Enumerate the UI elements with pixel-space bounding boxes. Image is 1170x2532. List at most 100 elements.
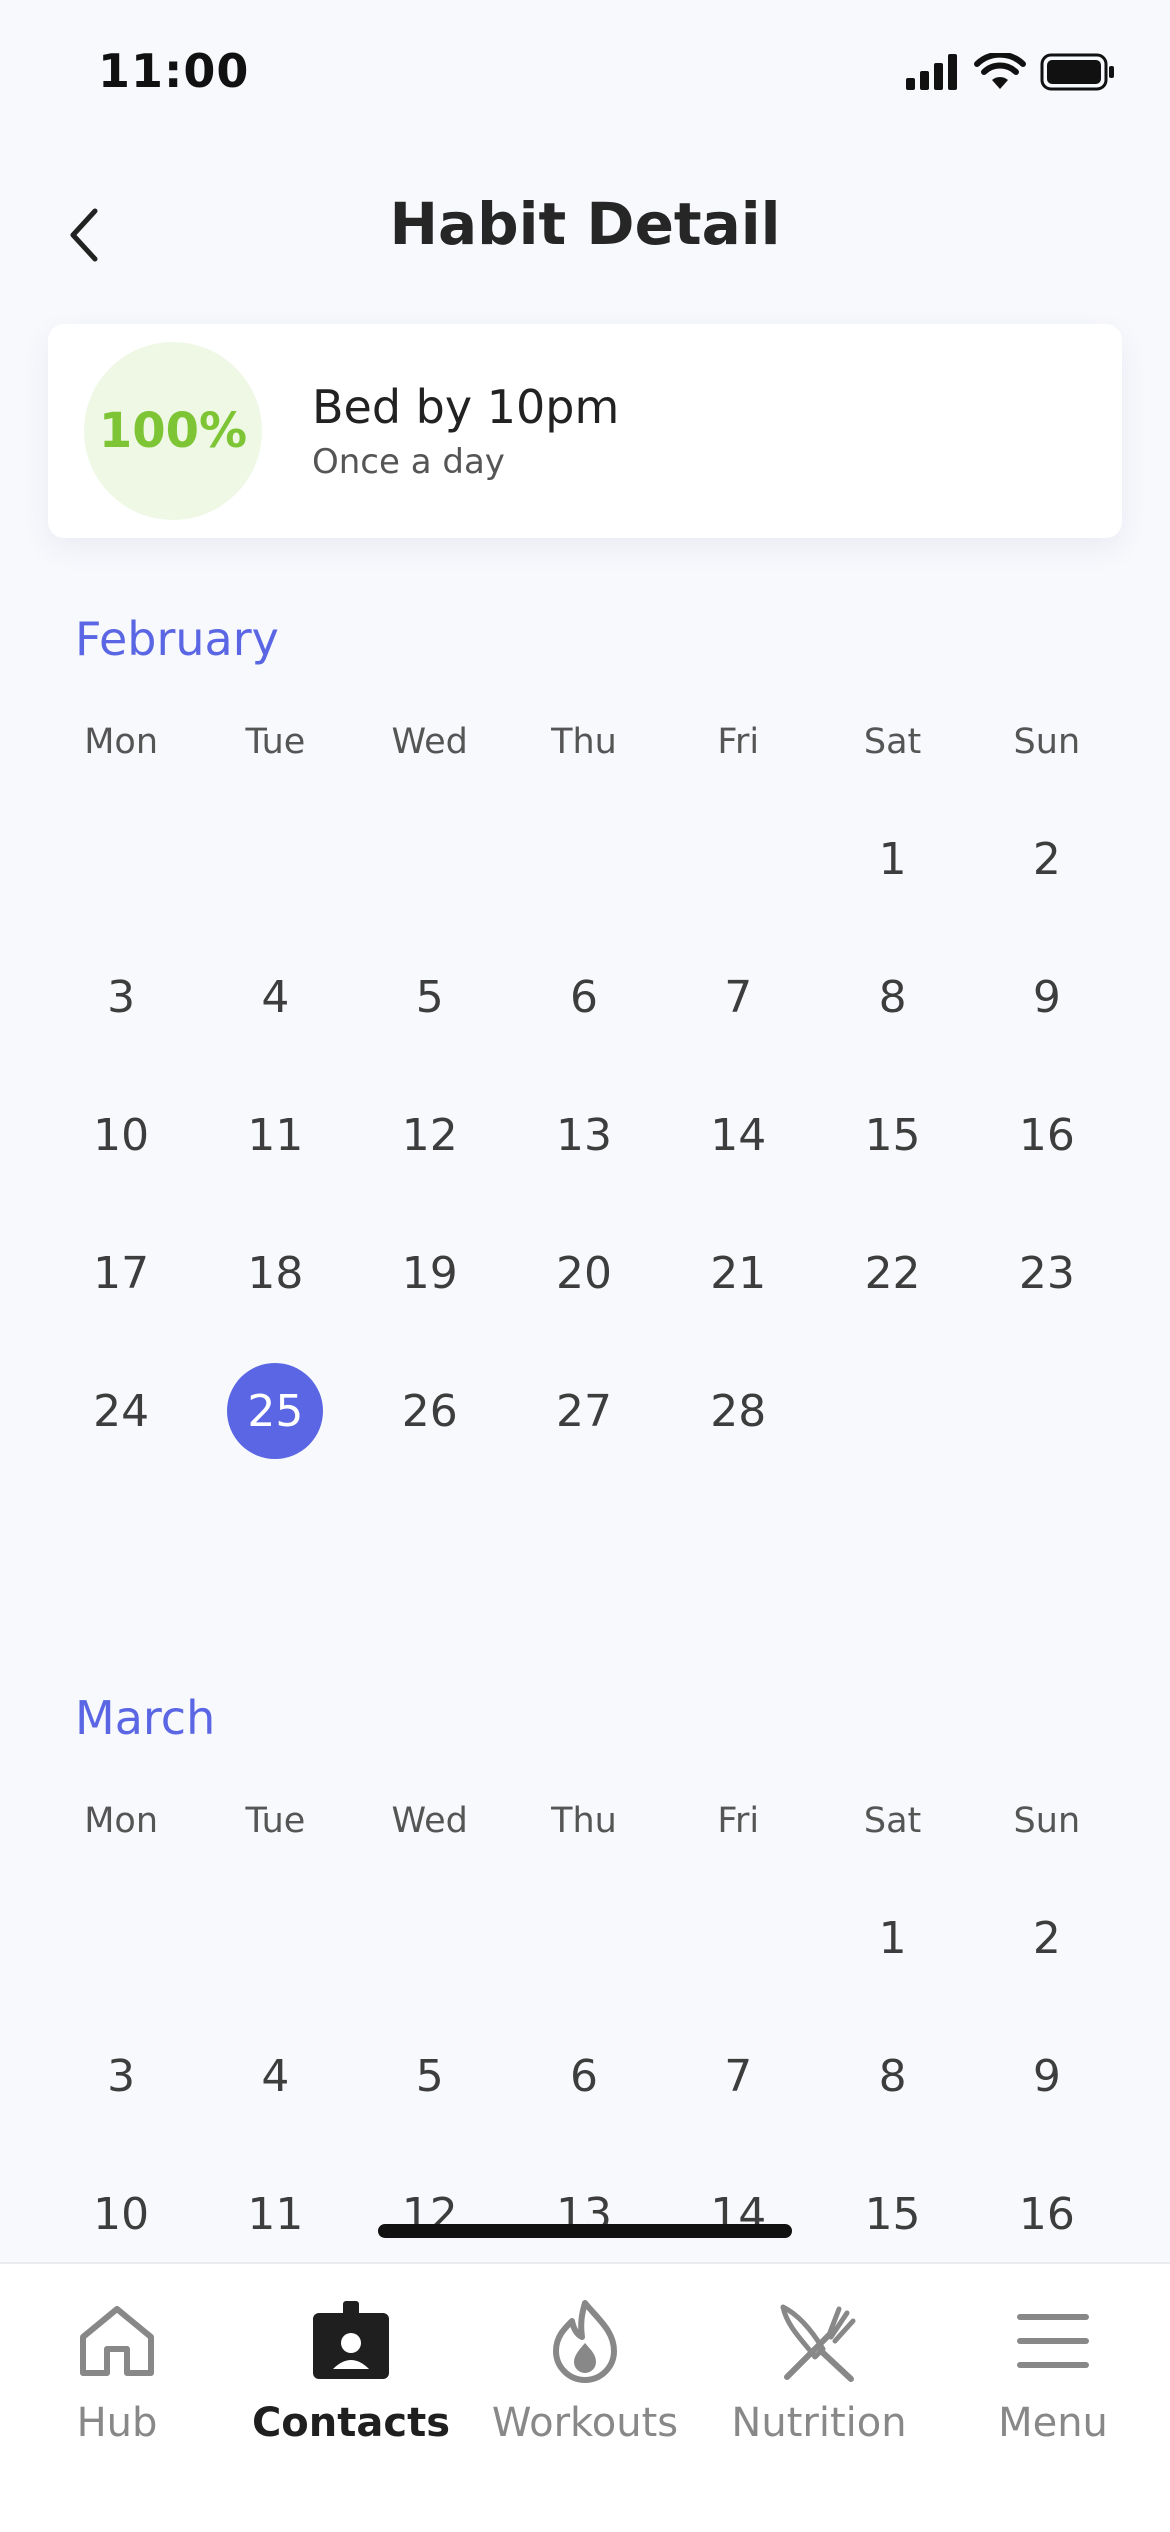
day-number (536, 1890, 632, 1986)
page-title: Habit Detail (389, 190, 781, 258)
calendar-day[interactable]: 7 (661, 2007, 815, 2145)
calendar-day[interactable]: 17 (44, 1204, 198, 1342)
day-number: 23 (1018, 1247, 1075, 1299)
tab-nutrition[interactable]: Nutrition (702, 2264, 936, 2464)
day-number: 12 (401, 1109, 458, 1161)
day-number: 20 (555, 1247, 612, 1299)
calendar-day[interactable]: 7 (661, 928, 815, 1066)
day-number: 27 (555, 1385, 612, 1437)
weekday-label: Thu (551, 1801, 617, 1841)
calendar-day[interactable]: 13 (507, 1066, 661, 1204)
month-february: February Mon Tue Wed Thu Fri Sat Sun 123… (0, 612, 1170, 1512)
weekday-row: Mon Tue Wed Thu Fri Sat Sun (44, 1801, 1124, 1851)
day-number: 17 (93, 1247, 150, 1299)
calendar-day[interactable]: 3 (44, 2007, 198, 2145)
calendar-day[interactable]: 5 (353, 928, 507, 1066)
day-number: 2 (1032, 833, 1061, 885)
tab-label: Contacts (251, 2400, 451, 2446)
day-number: 3 (107, 971, 136, 1023)
calendar-day[interactable]: 1 (815, 1869, 969, 2007)
day-number: 4 (261, 2050, 290, 2102)
tab-workouts[interactable]: Workouts (468, 2264, 702, 2464)
day-number: 4 (261, 971, 290, 1023)
tab-menu[interactable]: Menu (936, 2264, 1170, 2464)
day-number: 5 (415, 2050, 444, 2102)
selected-day[interactable]: 25 (198, 1342, 352, 1480)
calendar-day[interactable]: 11 (198, 1066, 352, 1204)
calendar-day[interactable]: 15 (815, 1066, 969, 1204)
day-number: 13 (555, 1109, 612, 1161)
fork-knife-icon (780, 2304, 856, 2382)
calendar-day[interactable]: 2 (970, 1869, 1124, 2007)
weekday-label: Fri (717, 722, 760, 762)
wifi-icon (974, 53, 1026, 89)
status-icons (906, 52, 1116, 92)
battery-icon (1040, 53, 1114, 91)
calendar-day[interactable]: 24 (44, 1342, 198, 1480)
calendar-day[interactable]: 22 (815, 1204, 969, 1342)
home-icon (80, 2306, 154, 2376)
day-number: 21 (710, 1247, 767, 1299)
weekday-label: Tue (245, 1801, 306, 1841)
day-number: 16 (1018, 2188, 1075, 2240)
calendar-day[interactable]: 6 (507, 2007, 661, 2145)
tab-label: Hub (76, 2400, 158, 2446)
calendar-day[interactable]: 18 (198, 1204, 352, 1342)
tab-contacts[interactable]: Contacts (234, 2264, 468, 2464)
tab-label: Menu (998, 2400, 1108, 2446)
tab-bar: Hub Contacts Workouts Nutrition Menu (0, 2262, 1170, 2532)
calendar-day[interactable]: 14 (661, 1066, 815, 1204)
calendar-day[interactable]: 26 (353, 1342, 507, 1480)
empty-day (353, 790, 507, 928)
home-indicator[interactable] (378, 2224, 792, 2238)
empty-day (353, 1869, 507, 2007)
tab-hub[interactable]: Hub (0, 2264, 234, 2464)
day-number (999, 1363, 1095, 1459)
tab-label: Workouts (491, 2400, 679, 2446)
calendar-day[interactable]: 5 (353, 2007, 507, 2145)
day-number: 8 (878, 971, 907, 1023)
calendar-day[interactable]: 8 (815, 2007, 969, 2145)
empty-day (44, 790, 198, 928)
calendar-day[interactable]: 23 (970, 1204, 1124, 1342)
day-number: 13 (555, 2188, 612, 2240)
day-number (73, 1890, 169, 1986)
flame-icon (553, 2300, 617, 2383)
day-number (690, 811, 786, 907)
weekday-label: Tue (245, 722, 306, 762)
day-number: 5 (415, 971, 444, 1023)
header: Habit Detail (0, 160, 1170, 300)
calendar-day[interactable]: 10 (44, 1066, 198, 1204)
day-number (227, 1890, 323, 1986)
weekday-label: Sat (863, 722, 922, 762)
day-number: 10 (93, 1109, 150, 1161)
calendar-day[interactable]: 27 (507, 1342, 661, 1480)
calendar-day[interactable]: 21 (661, 1204, 815, 1342)
calendar-day[interactable]: 6 (507, 928, 661, 1066)
day-number: 7 (724, 2050, 753, 2102)
calendar-day[interactable]: 9 (970, 928, 1124, 1066)
calendar-day[interactable]: 1 (815, 790, 969, 928)
weekday-label: Fri (717, 1801, 760, 1841)
calendar-day[interactable]: 2 (970, 790, 1124, 928)
day-number: 8 (878, 2050, 907, 2102)
calendar-day[interactable]: 9 (970, 2007, 1124, 2145)
calendar-day[interactable]: 28 (661, 1342, 815, 1480)
habit-card[interactable]: 100% Bed by 10pm Once a day (48, 324, 1122, 538)
calendar-day[interactable]: 3 (44, 928, 198, 1066)
tab-label: Nutrition (731, 2400, 907, 2446)
day-number: 12 (401, 2188, 458, 2240)
weekday-row: Mon Tue Wed Thu Fri Sat Sun (44, 722, 1124, 772)
habit-frequency: Once a day (312, 442, 505, 482)
calendar-day[interactable]: 16 (970, 1066, 1124, 1204)
calendar-day[interactable]: 8 (815, 928, 969, 1066)
day-number: 1 (878, 1912, 907, 1964)
day-number: 18 (247, 1247, 304, 1299)
calendar-day[interactable]: 4 (198, 2007, 352, 2145)
calendar-day[interactable]: 20 (507, 1204, 661, 1342)
calendar-day[interactable]: 12 (353, 1066, 507, 1204)
day-number: 2 (1032, 1912, 1061, 1964)
day-number (382, 811, 478, 907)
calendar-day[interactable]: 19 (353, 1204, 507, 1342)
calendar-day[interactable]: 4 (198, 928, 352, 1066)
